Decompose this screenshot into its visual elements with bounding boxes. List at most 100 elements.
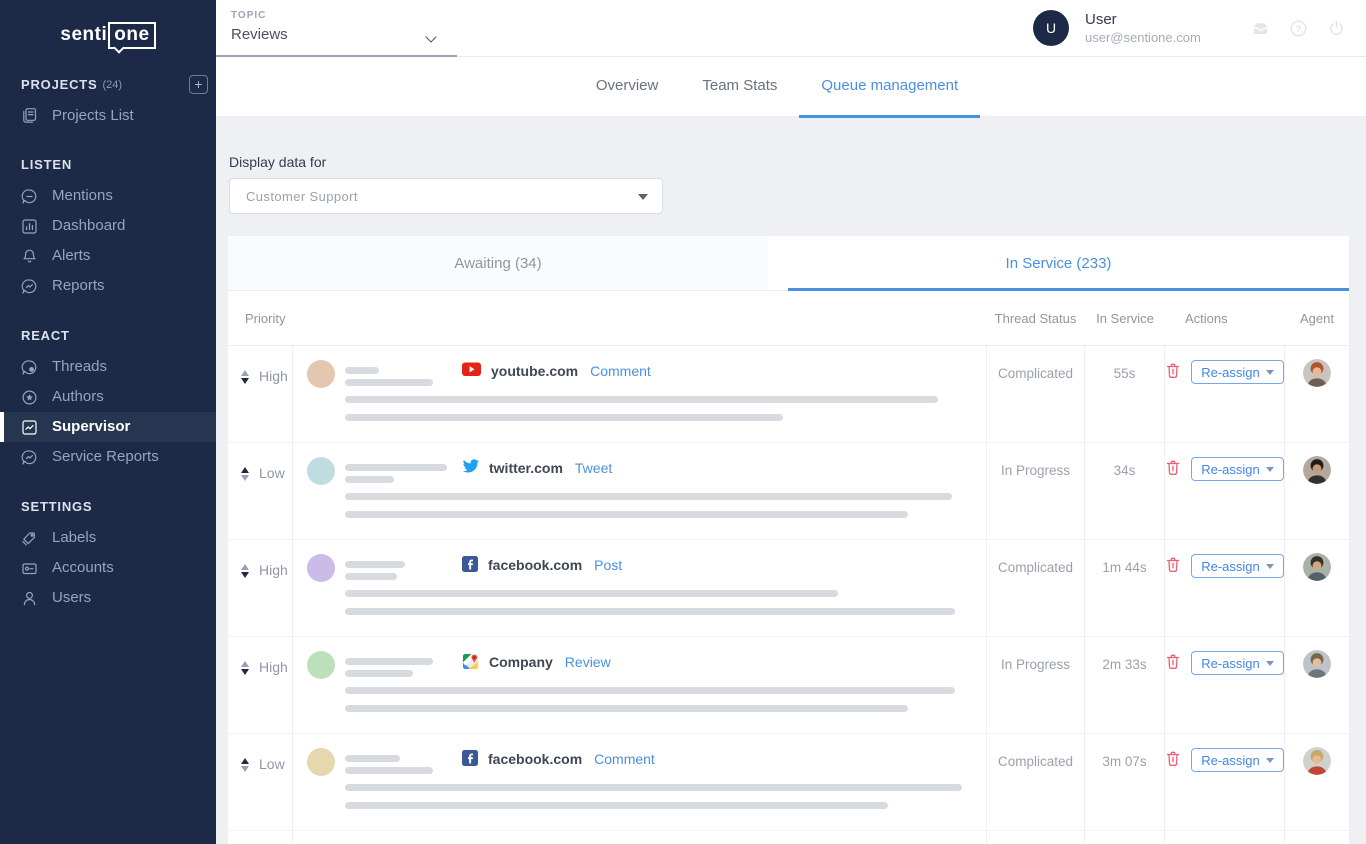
actions-cell: Re-assign [1165, 734, 1285, 830]
tab-overview[interactable]: Overview [574, 57, 681, 117]
topbar: TOPIC Reviews U User user@sentione.com ? [216, 0, 1366, 57]
priority-stepper[interactable] [241, 661, 249, 675]
mentions-icon [21, 188, 38, 205]
logo-text: senti [60, 24, 107, 45]
team-select[interactable]: Customer Support [229, 178, 663, 214]
sidebar-item-threads[interactable]: Threads [0, 352, 216, 382]
priority-up-icon[interactable] [241, 370, 249, 376]
priority-up-icon[interactable] [241, 467, 249, 473]
thread-source: youtube.comComment [462, 361, 651, 380]
sidebar-item-label: Authors [52, 382, 104, 412]
in-service-cell [1085, 831, 1165, 844]
member-avatar [307, 457, 335, 485]
skeleton-bar [345, 476, 394, 483]
user-name: User [1085, 11, 1201, 28]
trash-icon[interactable] [1165, 750, 1181, 768]
priority-stepper[interactable] [241, 758, 249, 772]
priority-down-icon[interactable] [241, 572, 249, 578]
thread-source: Company Review [462, 652, 611, 671]
inbox-icon[interactable] [1251, 19, 1270, 38]
power-icon[interactable] [1327, 19, 1346, 38]
sidebar-item-authors[interactable]: Authors [0, 382, 216, 412]
source-type-link[interactable]: Review [565, 654, 611, 670]
table-row: Highyoutube.comCommentComplicated55sRe-a… [228, 346, 1349, 443]
agent-cell [1285, 346, 1349, 442]
sidebar-item-service-reports[interactable]: Service Reports [0, 442, 216, 472]
source-type-link[interactable]: Post [594, 557, 622, 573]
source-site: Company [489, 654, 553, 670]
sidebar-item-label: Supervisor [52, 412, 130, 442]
priority-label: Low [259, 756, 285, 772]
sidebar-item-dashboard[interactable]: Dashboard [0, 211, 216, 241]
sidebar-item-label: Alerts [52, 241, 90, 271]
reassign-button[interactable]: Re-assign [1191, 457, 1284, 481]
reassign-button[interactable]: Re-assign [1191, 360, 1284, 384]
plus-icon[interactable]: + [189, 75, 208, 94]
thread-cell [293, 831, 986, 844]
skeleton-bar [345, 511, 908, 518]
skeleton-bar [345, 784, 962, 791]
sidebar-item-label: Mentions [52, 181, 113, 211]
sidebar-item-users[interactable]: Users [0, 583, 216, 613]
priority-cell: Low [228, 734, 293, 830]
column-actions: Actions [1165, 311, 1285, 326]
priority-down-icon[interactable] [241, 766, 249, 772]
sidebar-item-projects-list[interactable]: Projects List [0, 100, 216, 130]
thread-cell: twitter.comTweet [293, 443, 986, 539]
reassign-label: Re-assign [1201, 753, 1260, 768]
tab-queue-management[interactable]: Queue management [799, 57, 980, 117]
sidebar-item-labels[interactable]: Labels [0, 523, 216, 553]
sidebar-item-mentions[interactable]: Mentions [0, 181, 216, 211]
in-service-cell: 3m 07s [1085, 734, 1165, 830]
trash-icon[interactable] [1165, 459, 1181, 477]
sidebar-item-reports[interactable]: Reports [0, 271, 216, 301]
topic-value: Reviews [231, 26, 288, 43]
sidebar-item-label: Accounts [52, 553, 114, 583]
trash-icon[interactable] [1165, 556, 1181, 574]
user-menu[interactable]: U User user@sentione.com [1033, 10, 1201, 46]
topic-label: TOPIC [231, 10, 266, 21]
priority-stepper[interactable] [241, 467, 249, 481]
thread-status-cell: Complicated [986, 540, 1085, 636]
reassign-button[interactable]: Re-assign [1191, 651, 1284, 675]
alerts-icon [21, 248, 38, 265]
sidebar-item-supervisor[interactable]: Supervisor [0, 412, 216, 442]
actions-cell: Re-assign [1165, 540, 1285, 636]
reports-icon [21, 278, 38, 295]
skeleton-bar [345, 414, 783, 421]
source-type-link[interactable]: Comment [594, 751, 655, 767]
tab-team-stats[interactable]: Team Stats [680, 57, 799, 117]
sidebar-item-label: Users [52, 583, 91, 613]
in-service-cell: 1m 44s [1085, 540, 1165, 636]
caret-down-icon [1266, 467, 1274, 472]
source-type-link[interactable]: Tweet [575, 460, 612, 476]
priority-up-icon[interactable] [241, 661, 249, 667]
reassign-label: Re-assign [1201, 656, 1260, 671]
member-avatar [307, 651, 335, 679]
skeleton-bar [345, 396, 938, 403]
priority-up-icon[interactable] [241, 564, 249, 570]
priority-up-icon[interactable] [241, 758, 249, 764]
trash-icon[interactable] [1165, 362, 1181, 380]
reassign-button[interactable]: Re-assign [1191, 748, 1284, 772]
sidebar-item-accounts[interactable]: Accounts [0, 553, 216, 583]
reassign-button[interactable]: Re-assign [1191, 554, 1284, 578]
sidebar-item-alerts[interactable]: Alerts [0, 241, 216, 271]
priority-stepper[interactable] [241, 564, 249, 578]
help-icon[interactable]: ? [1289, 19, 1308, 38]
priority-down-icon[interactable] [241, 475, 249, 481]
thread-status-cell: In Progress [986, 443, 1085, 539]
display-data-for-label: Display data for [229, 154, 326, 170]
priority-down-icon[interactable] [241, 378, 249, 384]
tab-awaiting[interactable]: Awaiting (34) [228, 236, 768, 290]
trash-icon[interactable] [1165, 653, 1181, 671]
sidebar-item-label: Threads [52, 352, 107, 382]
tab-in-service[interactable]: In Service (233) [768, 236, 1349, 290]
skeleton-bar [345, 493, 952, 500]
priority-stepper[interactable] [241, 370, 249, 384]
source-site: facebook.com [488, 557, 582, 573]
topic-select[interactable]: TOPIC Reviews [216, 0, 457, 57]
priority-down-icon[interactable] [241, 669, 249, 675]
sidebar-item-label: Projects List [52, 107, 134, 124]
source-type-link[interactable]: Comment [590, 363, 651, 379]
